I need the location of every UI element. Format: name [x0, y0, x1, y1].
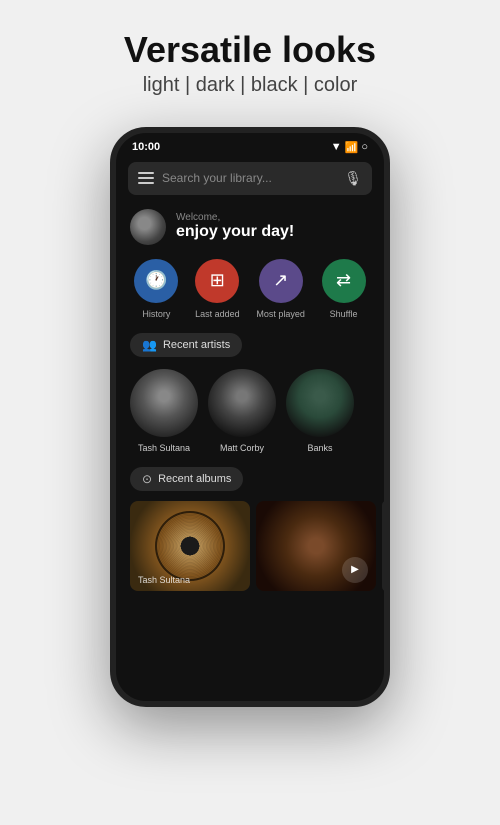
artist-item-3[interactable]: Banks [286, 369, 354, 453]
phone-device: 10:00 ▼ 📶 ○ Search your library... 🎙 Wel… [110, 127, 390, 707]
history-label: History [142, 309, 170, 319]
recent-albums-chip[interactable]: ⊙ Recent albums [130, 467, 243, 491]
welcome-sub: Welcome, [176, 212, 294, 223]
shuffle-icon: ⇄ [322, 259, 366, 303]
play-button[interactable]: ▶ [342, 557, 368, 583]
signal-icon: 📶 [345, 141, 359, 154]
most-played-label: Most played [256, 309, 305, 319]
recent-artists-label: Recent artists [163, 339, 230, 351]
action-shuffle[interactable]: ⇄ Shuffle [322, 259, 366, 319]
action-last-added[interactable]: ⊞ Last added [195, 259, 240, 319]
status-icons: ▼ 📶 ○ [331, 141, 368, 154]
album-card-1[interactable]: Tash Sultana [130, 501, 250, 591]
artist-avatar-3 [286, 369, 354, 437]
header-section: Versatile looks light | dark | black | c… [104, 0, 396, 117]
most-played-icon: ↗ [259, 259, 303, 303]
wifi-icon: ▼ [331, 141, 342, 153]
artist-item-1[interactable]: Tash Sultana [130, 369, 198, 453]
recent-albums-label: Recent albums [158, 473, 231, 485]
avatar [130, 209, 166, 245]
action-most-played[interactable]: ↗ Most played [256, 259, 305, 319]
album-card-2[interactable]: ▶ [256, 501, 376, 591]
battery-icon: ○ [361, 141, 368, 153]
status-bar: 10:00 ▼ 📶 ○ [116, 133, 384, 158]
search-placeholder[interactable]: Search your library... [162, 171, 336, 185]
recent-albums-chip-icon: ⊙ [142, 472, 152, 486]
search-bar[interactable]: Search your library... 🎙 [128, 162, 372, 195]
album-card-side [382, 501, 384, 591]
history-icon: 🕐 [134, 259, 178, 303]
action-history[interactable]: 🕐 History [134, 259, 178, 319]
mic-icon[interactable]: 🎙 [344, 170, 362, 187]
artist-avatar-2 [208, 369, 276, 437]
header-subtitle: light | dark | black | color [124, 74, 376, 97]
header-title: Versatile looks [124, 30, 376, 70]
recent-artists-chip-icon: 👥 [142, 338, 157, 352]
artist-name-2: Matt Corby [220, 443, 264, 453]
last-added-icon: ⊞ [195, 259, 239, 303]
welcome-main: enjoy your day! [176, 223, 294, 241]
artist-name-3: Banks [307, 443, 332, 453]
album-label-1: Tash Sultana [138, 575, 190, 585]
time-display: 10:00 [132, 141, 160, 153]
albums-row: Tash Sultana ▶ [116, 497, 384, 595]
shuffle-label: Shuffle [330, 309, 358, 319]
recent-artists-chip[interactable]: 👥 Recent artists [130, 333, 242, 357]
welcome-section: Welcome, enjoy your day! [116, 203, 384, 255]
quick-actions: 🕐 History ⊞ Last added ↗ Most played ⇄ S… [116, 255, 384, 327]
artist-item-2[interactable]: Matt Corby [208, 369, 276, 453]
artist-avatar-1 [130, 369, 198, 437]
menu-button[interactable] [138, 172, 154, 184]
artists-row: Tash Sultana Matt Corby Banks [116, 363, 384, 461]
artist-name-1: Tash Sultana [138, 443, 190, 453]
last-added-label: Last added [195, 309, 240, 319]
